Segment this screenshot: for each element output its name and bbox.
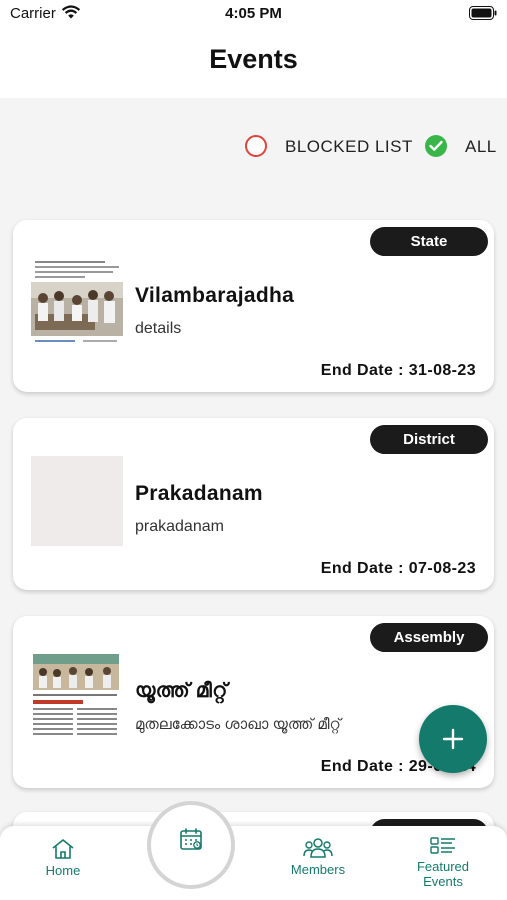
- event-thumbnail-placeholder: [31, 456, 123, 546]
- page-title: Events: [209, 44, 298, 74]
- members-icon: [303, 838, 333, 858]
- event-thumbnail: [31, 258, 123, 348]
- navigation-bar: Events: [0, 30, 507, 98]
- blocked-list-label[interactable]: BLOCKED LIST: [285, 137, 413, 157]
- event-title: Vilambarajadha: [135, 284, 295, 307]
- event-card[interactable]: Assembly യൂത്ത് മീറ്റ് മുതലക്കോടം ശാഖാ യ…: [13, 616, 494, 788]
- tab-members-label: Members: [290, 862, 346, 877]
- event-level-badge: State: [370, 227, 488, 256]
- event-level-badge: Assembly: [370, 623, 488, 652]
- plus-icon: [442, 728, 464, 750]
- featured-events-icon: [430, 837, 455, 854]
- event-thumbnail: [31, 654, 123, 744]
- event-end-date: End Date : 07-08-23: [320, 560, 476, 577]
- event-card[interactable]: State Vilambarajadha details End Date: …: [13, 220, 494, 392]
- all-radio[interactable]: [425, 135, 447, 157]
- battery-icon: [469, 6, 497, 24]
- event-card[interactable]: District Prakadanam prakadanam End Date …: [13, 418, 494, 590]
- event-filter: BLOCKED LIST ALL: [0, 130, 507, 162]
- checkmark-icon: [429, 140, 443, 151]
- all-label[interactable]: ALL: [465, 137, 497, 157]
- event-description: മുതലക്കോടം ശാഖാ യൂത്ത് മീറ്റ്: [135, 716, 341, 733]
- tab-members[interactable]: Members: [280, 826, 356, 900]
- tab-featured-events[interactable]: Featured Events: [403, 826, 483, 900]
- event-title: യൂത്ത് മീറ്റ്: [135, 680, 228, 702]
- home-icon: [52, 839, 74, 859]
- add-event-button[interactable]: [419, 705, 487, 773]
- event-description: details: [135, 320, 182, 337]
- status-time: 4:05 PM: [225, 5, 282, 22]
- event-level-badge: District: [370, 425, 488, 454]
- calendar-icon: [180, 828, 202, 850]
- tab-home-label: Home: [45, 863, 81, 878]
- status-bar: Carrier 4:05 PM: [0, 0, 507, 30]
- blocked-list-radio[interactable]: [245, 135, 267, 157]
- event-description: prakadanam: [135, 518, 224, 535]
- event-title: Prakadanam: [135, 482, 263, 505]
- bottom-tab-bar: Home Members Featured Events: [0, 826, 507, 900]
- center-events-tab[interactable]: [147, 801, 235, 889]
- tab-home[interactable]: Home: [30, 826, 96, 900]
- event-end-date: End Date : 31-08-23: [320, 362, 476, 379]
- tab-featured-label-line2: Events: [423, 874, 463, 889]
- tab-featured-label-line1: Featured: [416, 859, 470, 874]
